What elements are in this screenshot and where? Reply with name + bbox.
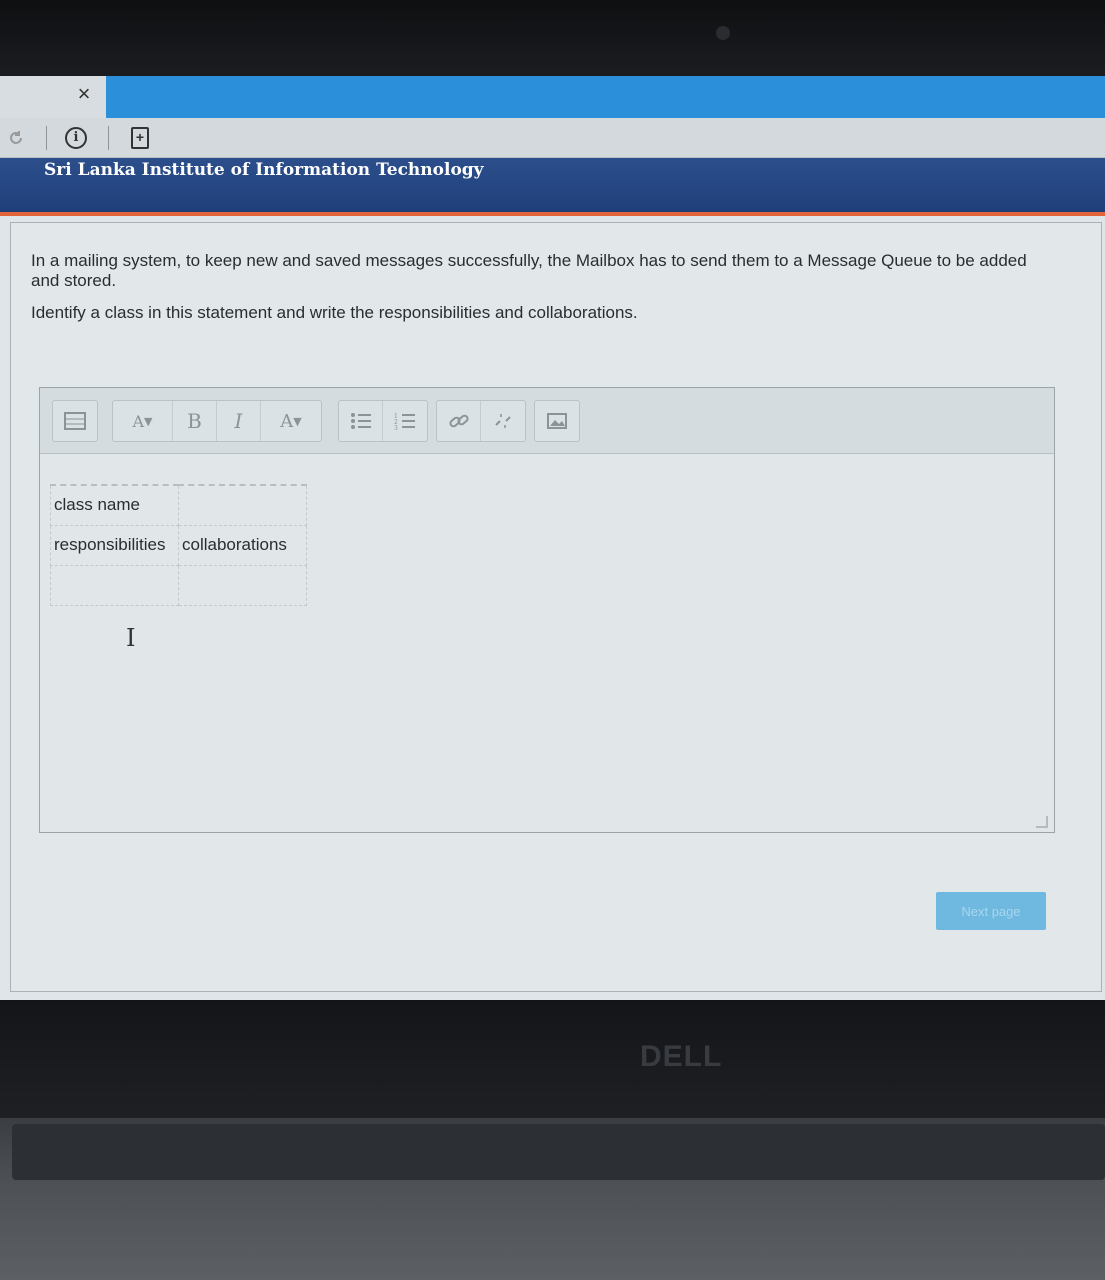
insert-image-icon[interactable] xyxy=(535,401,579,441)
browser-tab-bar: × xyxy=(0,76,1105,118)
answer-editor: A ▼ B I A ▼ 123 class name responsibilit… xyxy=(39,387,1055,833)
table-cell[interactable] xyxy=(50,564,179,606)
screen: × i + Sri Lanka Institute of Information… xyxy=(0,76,1105,1000)
hinge-bar xyxy=(12,1124,1105,1180)
site-banner: Sri Lanka Institute of Information Techn… xyxy=(0,158,1105,216)
numbered-list-button[interactable]: 123 xyxy=(383,401,427,441)
toolbar-separator xyxy=(108,126,109,150)
italic-button[interactable]: I xyxy=(217,401,261,441)
crc-table: class name responsibilities collaboratio… xyxy=(50,484,307,606)
reload-icon[interactable] xyxy=(4,126,28,150)
table-row: class name xyxy=(50,484,307,526)
toolbar-separator xyxy=(46,126,47,150)
toolbar-toggle-button[interactable] xyxy=(53,401,97,441)
info-icon[interactable]: i xyxy=(64,126,88,150)
laptop-bezel-top xyxy=(0,0,1105,78)
list-group: 123 xyxy=(338,400,428,442)
bold-button[interactable]: B xyxy=(173,401,217,441)
media-group xyxy=(534,400,580,442)
resize-handle[interactable] xyxy=(1036,816,1048,828)
table-cell[interactable] xyxy=(178,484,307,526)
text-color-button[interactable]: A ▼ xyxy=(261,401,321,441)
svg-text:3: 3 xyxy=(394,425,398,431)
browser-toolbar: i + xyxy=(0,118,1105,158)
question-card: In a mailing system, to keep new and sav… xyxy=(10,222,1102,992)
table-row xyxy=(50,564,307,606)
editor-content-area[interactable]: class name responsibilities collaboratio… xyxy=(40,454,1054,832)
browser-tab[interactable]: × xyxy=(0,76,106,118)
tab-close-button[interactable]: × xyxy=(74,82,94,106)
link-icon[interactable] xyxy=(437,401,481,441)
laptop-bezel-bottom xyxy=(0,1000,1105,1120)
site-title: Sri Lanka Institute of Information Techn… xyxy=(44,160,484,180)
table-row: responsibilities collaborations xyxy=(50,524,307,566)
table-cell[interactable]: class name xyxy=(50,484,179,526)
next-page-button[interactable]: Next page xyxy=(936,892,1046,930)
question-instruction: Identify a class in this statement and w… xyxy=(31,303,638,322)
bullet-list-button[interactable] xyxy=(339,401,383,441)
font-size-button[interactable]: A ▼ xyxy=(113,401,173,441)
editor-toolbar: A ▼ B I A ▼ 123 xyxy=(40,388,1054,454)
dell-logo: DELL xyxy=(640,1040,723,1073)
question-statement: In a mailing system, to keep new and sav… xyxy=(31,251,1027,290)
unlink-icon[interactable] xyxy=(481,401,525,441)
page-add-icon[interactable]: + xyxy=(128,126,152,150)
link-group xyxy=(436,400,526,442)
text-cursor-icon: I xyxy=(126,624,136,652)
webcam xyxy=(716,26,730,40)
toolbar-toggle-group xyxy=(52,400,98,442)
format-group: A ▼ B I A ▼ xyxy=(112,400,322,442)
table-cell[interactable] xyxy=(178,564,307,606)
table-cell[interactable]: collaborations xyxy=(178,524,307,566)
table-cell[interactable]: responsibilities xyxy=(50,524,179,566)
